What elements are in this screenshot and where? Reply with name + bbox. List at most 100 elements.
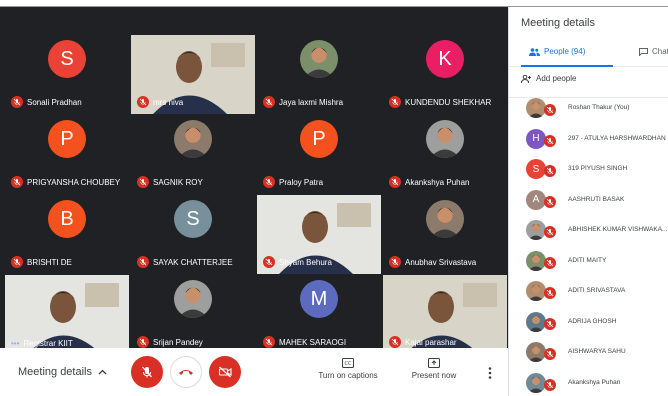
panel-tabs: People (94) Chat [509,41,668,67]
person-name: 319 PIYUSH SINGH [568,165,628,172]
participant-name: Kajal parashar [405,337,457,347]
captions-label: Turn on captions [318,371,378,380]
mic-off-icon [142,366,152,378]
tab-people-label: People (94) [544,47,586,56]
people-list-item[interactable]: S 319 PIYUSH SINGH [509,155,668,186]
participant-tile[interactable]: Jaya laxmi Mishra [257,35,381,114]
participant-name: Sonali Pradhan [27,97,82,107]
people-list-item[interactable]: ADRIJA GHOSH [509,308,668,339]
people-list-item[interactable]: AISHWARYA SAHU [509,338,668,369]
participant-name: Anubhav Srivastava [405,257,477,267]
participant-name: Praloy Patra [279,177,324,187]
mic-off-icon [137,96,149,108]
person-avatar [526,250,546,271]
add-people-label: Add people [536,74,577,83]
tab-people[interactable]: People (94) [529,47,585,56]
person-name: 297 - ATULYA HARSHWARDHAN [568,134,666,142]
microphone-off-button[interactable] [131,356,163,388]
tab-chat-label: Chat [652,47,668,56]
mic-off-icon [544,256,556,269]
person-name: ABHISHEK KUMAR VISHWAKA... [568,226,668,233]
leave-call-button[interactable] [170,356,202,388]
person-name: AISHWARYA SAHU [568,348,626,355]
present-now-button[interactable]: Present now [410,358,458,380]
participant-avatar: K [426,40,464,78]
mic-off-icon [137,176,149,188]
person-name: AASHRUTI BASAK [568,195,625,203]
participant-nametag: KUNDENDU SHEKHAR [389,96,491,108]
participant-nametag: Jaya laxmi Mishra [263,96,343,108]
participant-tile[interactable]: ••• Registrar KIIT [5,275,129,354]
participant-name: Registrar KIIT [23,339,73,348]
mic-off-icon [389,96,401,108]
participant-tile[interactable]: P Praloy Patra [257,115,381,194]
mic-off-icon [389,256,401,268]
mic-off-icon [11,256,23,268]
add-people-button[interactable]: Add people [521,74,576,83]
person-name: ADITI SRIVASTAVA [568,287,626,294]
mic-off-icon [263,336,275,348]
participant-nametag: Akankshya Puhan [389,176,470,188]
participant-name: SAYAK CHATTERJEE [153,257,233,267]
participant-tile[interactable]: Shyam Behura [257,195,381,274]
participant-nametag: ••• Registrar KIIT [11,339,73,348]
participant-tile[interactable]: P PRIGYANSHA CHOUBEY [5,115,129,194]
person-avatar [526,98,546,118]
mic-off-icon [263,96,275,108]
speaking-indicator-icon: ••• [11,339,20,348]
participant-nametag: PRIGYANSHA CHOUBEY [11,176,120,188]
person-avatar [526,342,546,362]
participant-tile[interactable]: S Sonali Pradhan [5,35,129,114]
people-list-item[interactable]: A AASHRUTI BASAK [509,186,668,217]
participant-name: mrs niva [153,97,184,107]
mic-off-icon [389,336,401,348]
participant-avatar: S [174,200,212,238]
people-list-item[interactable]: H 297 - ATULYA HARSHWARDHAN [509,125,668,156]
mic-off-icon [137,336,149,348]
participant-tile[interactable]: M MAHEK SARAOGI [257,275,381,354]
participant-tile[interactable]: Srijan Pandey [131,275,255,354]
participant-name: BRISHTI DE [27,257,72,267]
person-name: ADITI MAITY [568,256,607,264]
mic-off-icon [544,348,556,360]
people-list-item[interactable]: Akankshya Puhan [509,369,668,396]
people-list-item[interactable]: ADITI MAITY [509,247,668,278]
mic-off-icon [544,134,556,147]
chevron-up-icon [98,369,107,375]
meeting-details-panel: Meeting details People (94) Chat Add peo… [508,7,668,396]
more-options-icon[interactable] [485,366,495,380]
participant-photo [174,120,212,158]
camera-off-button[interactable] [209,356,241,388]
participant-tile[interactable]: S SAYAK CHATTERJEE [131,195,255,274]
captions-button[interactable]: CC Turn on captions [318,358,378,380]
participant-tile[interactable]: mrs niva [131,35,255,114]
people-icon [529,47,540,56]
chat-icon [639,47,648,56]
participant-name: Shyam Behura [279,257,332,267]
person-name: Akankshya Puhan [568,378,621,386]
participant-tile[interactable]: Kajal parashar [383,275,507,354]
participant-tile[interactable]: Anubhav Srivastava [383,195,507,274]
participant-name: Srijan Pandey [153,337,203,347]
participant-nametag: BRISHTI DE [11,256,72,268]
participant-nametag: Shyam Behura [263,256,332,268]
people-list-item[interactable]: Roshan Thakur (You) [509,94,668,125]
meeting-details-button[interactable]: Meeting details [18,366,107,378]
person-avatar: S [526,159,546,179]
participant-avatar: P [48,120,86,158]
person-avatar: A [526,189,546,210]
people-list-item[interactable]: ADITI SRIVASTAVA [509,277,668,308]
participant-tile[interactable]: K KUNDENDU SHEKHAR [383,35,507,114]
participant-tile[interactable]: Akankshya Puhan [383,115,507,194]
participant-name: KUNDENDU SHEKHAR [405,97,492,107]
present-label: Present now [411,371,457,380]
people-list-item[interactable]: ABHISHEK KUMAR VISHWAKA... [509,216,668,247]
window-top-strip [0,0,668,7]
participant-tile[interactable]: SAGNIK ROY [131,115,255,194]
participant-avatar: M [300,280,338,318]
participant-tile[interactable]: B BRISHTI DE [5,195,129,274]
captions-icon: CC [342,358,354,368]
present-icon [428,358,440,368]
tab-chat[interactable]: Chat [639,47,668,56]
meeting-details-label: Meeting details [18,366,92,378]
